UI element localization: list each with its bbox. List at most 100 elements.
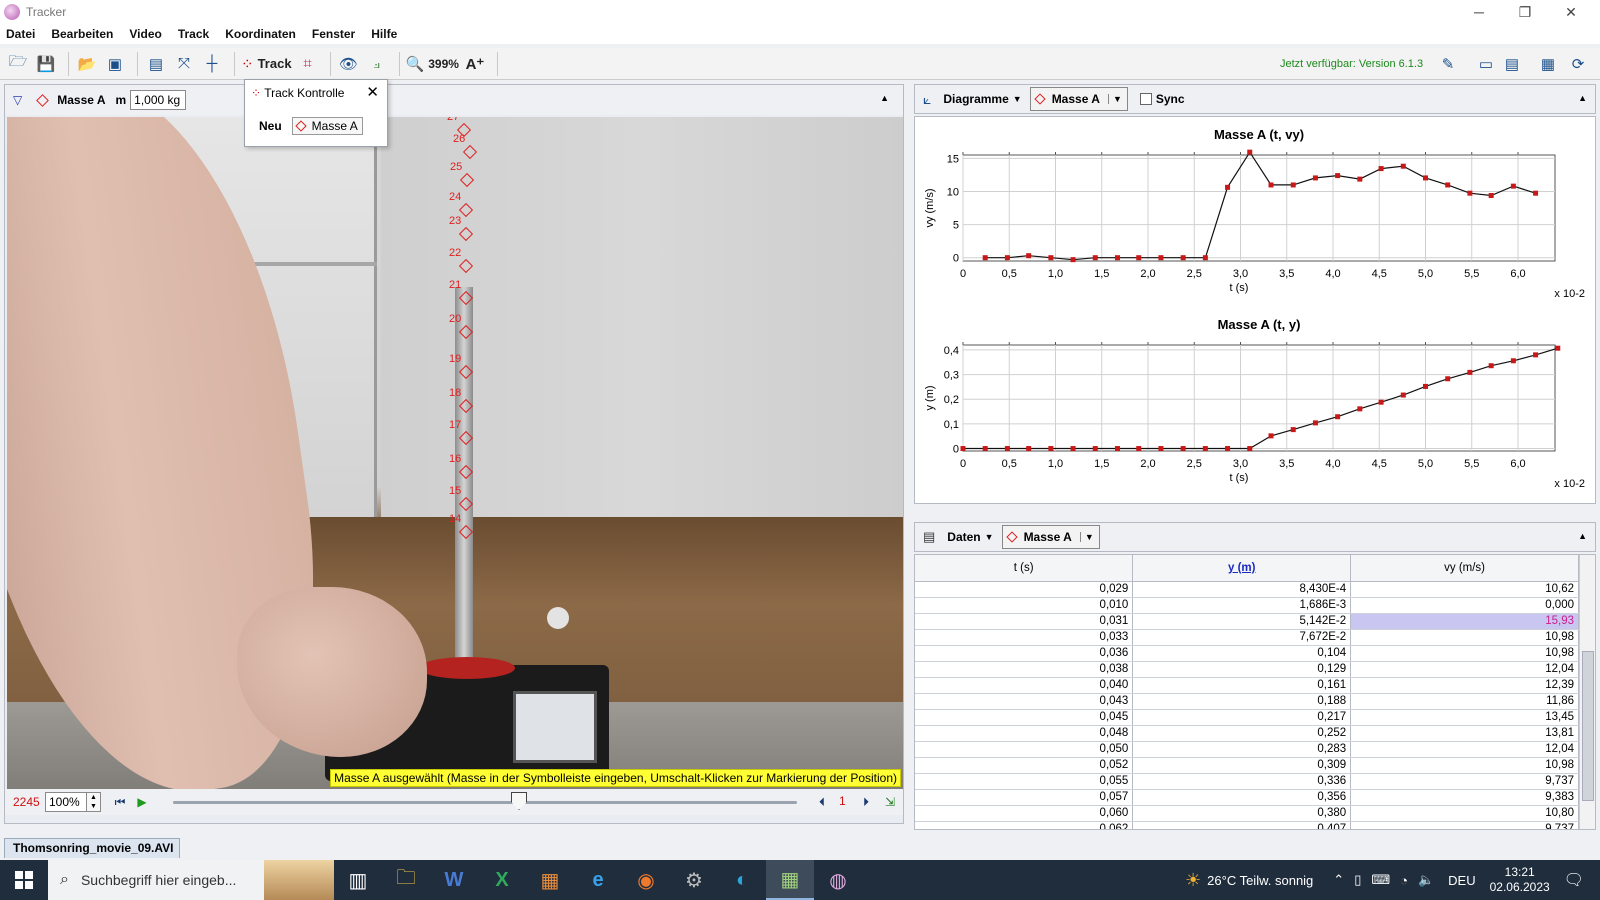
video-slider-thumb[interactable] [511, 792, 527, 810]
cell-t[interactable]: 0,043 [915, 693, 1134, 710]
video-file-tab[interactable]: Thomsonring_movie_09.AVI [4, 838, 180, 858]
video-slider-track[interactable] [173, 801, 797, 804]
cell-y[interactable]: 0,104 [1132, 645, 1352, 662]
device-icon[interactable]: ▯ [1354, 872, 1361, 888]
cell-vy[interactable]: 11,86 [1350, 693, 1579, 710]
cell-vy[interactable]: 9,737 [1350, 821, 1579, 829]
file-explorer-icon[interactable]: 🗀 [382, 860, 430, 900]
cell-t[interactable]: 0,060 [915, 805, 1134, 822]
menu-video[interactable]: Video [129, 27, 161, 41]
filter-triangle-icon[interactable]: ▽ [13, 93, 22, 107]
cell-vy[interactable]: 15,93 [1350, 613, 1579, 630]
track-point-marker[interactable] [458, 324, 474, 340]
tracker-app-task-icon[interactable]: ◍ [814, 860, 862, 900]
update-available-link[interactable]: Jetzt verfügbar: Version 6.1.3 [1280, 58, 1423, 70]
table-row[interactable]: 0,036 0,104 10,98 [915, 645, 1579, 662]
description-icon[interactable]: ▤ [1500, 51, 1524, 77]
cell-t[interactable]: 0,055 [915, 773, 1134, 790]
step-size[interactable]: 1 [839, 794, 846, 808]
rewind-icon[interactable]: ⏮ [109, 792, 131, 812]
restore-button[interactable]: ❐ [1502, 0, 1548, 24]
cell-y[interactable]: 0,356 [1132, 789, 1352, 806]
cell-y[interactable]: 0,380 [1132, 805, 1352, 822]
notification-icon[interactable]: 🗨 [1564, 870, 1584, 890]
cell-y[interactable]: 0,407 [1132, 821, 1352, 829]
collapse-toolbar-icon[interactable]: ▲ [880, 93, 889, 103]
cell-t[interactable]: 0,031 [915, 613, 1134, 630]
track-point-marker[interactable] [458, 430, 474, 446]
axes-icon[interactable]: ┼ [200, 51, 224, 77]
cell-y[interactable]: 0,161 [1132, 677, 1352, 694]
table-row[interactable]: 0,055 0,336 9,737 [915, 773, 1579, 790]
cell-vy[interactable]: 13,45 [1350, 709, 1579, 726]
vy-chart-svg[interactable]: Masse A (t, vy) 0 0,5 1,0 1,5 2,0 2,5 3,0 3,5 4,0… [921, 121, 1591, 307]
track-point-marker[interactable] [458, 364, 474, 380]
table-row[interactable]: 0,031 5,142E-2 15,93 [915, 613, 1579, 630]
cell-y[interactable]: 0,129 [1132, 661, 1352, 678]
table-scrollbar[interactable] [1579, 555, 1595, 829]
menu-hilfe[interactable]: Hilfe [371, 27, 397, 41]
open-video-icon[interactable]: 📂 [75, 51, 99, 77]
font-size-icon[interactable]: A⁺ [463, 51, 487, 77]
cell-vy[interactable]: 0,000 [1350, 597, 1579, 614]
minimize-button[interactable]: ─ [1456, 0, 1502, 24]
cell-t[interactable]: 0,050 [915, 741, 1134, 758]
cell-y[interactable]: 0,217 [1132, 709, 1352, 726]
task-view-icon[interactable]: ▥ [334, 860, 382, 900]
weather-widget[interactable]: ☀ 26°C Teilw. sonnig [1185, 870, 1313, 891]
cell-y[interactable]: 0,283 [1132, 741, 1352, 758]
plot-track-select[interactable]: Masse A ▼ [1029, 87, 1128, 111]
zoom-button[interactable]: 🔍 399% [406, 51, 459, 77]
track-point-marker[interactable] [459, 172, 475, 188]
menu-track[interactable]: Track [178, 27, 209, 41]
track-point-marker[interactable] [458, 226, 474, 242]
cell-t[interactable]: 0,036 [915, 645, 1134, 662]
table-row[interactable]: 0,052 0,309 10,98 [915, 757, 1579, 774]
pencil-icon[interactable]: ✎ [1436, 51, 1460, 77]
table-row[interactable]: 0,033 7,672E-2 10,98 [915, 629, 1579, 646]
track-masse-a-button[interactable]: Masse A [291, 117, 363, 135]
track-point-marker[interactable] [458, 464, 474, 480]
cell-vy[interactable]: 10,80 [1350, 805, 1579, 822]
language-indicator[interactable]: DEU [1448, 873, 1475, 888]
table-row[interactable]: 0,038 0,129 12,04 [915, 661, 1579, 678]
y-chart-svg[interactable]: Masse A (t, y) 0 0,5 1,0 1,5 2,0 2,5 3,0 3,5 4,0 4… [921, 311, 1591, 497]
column-t[interactable]: t (s) [915, 555, 1134, 582]
cell-t[interactable]: 0,040 [915, 677, 1134, 694]
cell-t[interactable]: 0,052 [915, 757, 1134, 774]
wifi-icon[interactable]: ◔ [1400, 873, 1408, 888]
track-point-marker[interactable] [458, 290, 474, 306]
table-row[interactable]: 0,062 0,407 9,737 [915, 821, 1579, 829]
cell-y[interactable]: 7,672E-2 [1132, 629, 1352, 646]
firefox-icon[interactable]: ◉ [622, 860, 670, 900]
cell-t[interactable]: 0,045 [915, 709, 1134, 726]
cell-vy[interactable]: 10,98 [1350, 629, 1579, 646]
track-point-marker[interactable] [458, 258, 474, 274]
app-gear-icon[interactable]: ⚙ [670, 860, 718, 900]
refresh-icon[interactable]: ⟳ [1566, 51, 1590, 77]
collapse-data-icon[interactable]: ▲ [1578, 531, 1587, 541]
app-icon[interactable]: ▦ [526, 860, 574, 900]
open-folder-icon[interactable]: 🗁 [6, 51, 30, 77]
cell-t[interactable]: 0,057 [915, 789, 1134, 806]
cell-vy[interactable]: 9,383 [1350, 789, 1579, 806]
data-builder-icon[interactable]: ▦ [1536, 51, 1560, 77]
loop-icon[interactable]: ⇲ [879, 792, 901, 812]
clock[interactable]: 13:21 02.06.2023 [1490, 865, 1550, 895]
table-row[interactable]: 0,050 0,283 12,04 [915, 741, 1579, 758]
cell-y[interactable]: 8,430E-4 [1132, 581, 1352, 598]
word-icon[interactable]: W [430, 860, 478, 900]
mass-input[interactable]: 1,000 kg [130, 90, 187, 110]
close-icon[interactable]: ✕ [366, 83, 379, 101]
cell-t[interactable]: 0,038 [915, 661, 1134, 678]
cell-vy[interactable]: 9,737 [1350, 773, 1579, 790]
scrollbar-thumb[interactable] [1582, 651, 1594, 801]
autotracker-icon[interactable]: ⌗ [296, 51, 320, 77]
track-point-marker[interactable] [458, 524, 474, 540]
notes-icon[interactable]: ▭ [1474, 51, 1498, 77]
cell-y[interactable]: 5,142E-2 [1132, 613, 1352, 630]
track-point-marker[interactable] [458, 398, 474, 414]
cell-vy[interactable]: 12,39 [1350, 677, 1579, 694]
volume-icon[interactable]: 🔈 [1418, 872, 1434, 888]
cell-t[interactable]: 0,062 [915, 821, 1134, 829]
